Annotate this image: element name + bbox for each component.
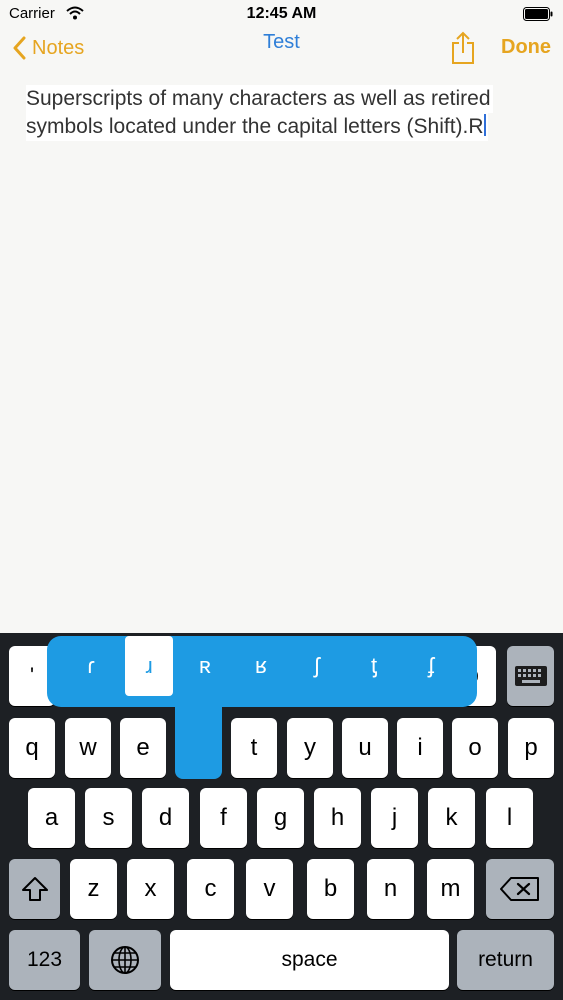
backspace-icon: [500, 877, 539, 901]
globe-key[interactable]: [89, 930, 161, 990]
key-v[interactable]: v: [246, 859, 293, 919]
key-l[interactable]: l: [486, 788, 533, 848]
key-t[interactable]: t: [231, 718, 277, 778]
key-k[interactable]: k: [428, 788, 475, 848]
return-key[interactable]: return: [457, 930, 554, 990]
alternate-char-6[interactable]: ƫ: [350, 636, 398, 696]
alternate-char-5[interactable]: ʃ: [293, 636, 341, 696]
share-button[interactable]: [450, 31, 476, 70]
alternate-char-2-selected[interactable]: ɹ: [125, 636, 173, 696]
key-y[interactable]: y: [287, 718, 333, 778]
space-key[interactable]: space: [170, 930, 449, 990]
clock: 12:45 AM: [246, 5, 317, 22]
key-b[interactable]: b: [307, 859, 354, 919]
back-button-label: Notes: [32, 36, 85, 59]
key-m[interactable]: m: [427, 859, 474, 919]
key-e[interactable]: e: [120, 718, 166, 778]
popup-stem: [175, 690, 222, 779]
shift-key[interactable]: [9, 859, 60, 919]
text-caret: [483, 114, 486, 136]
key-d[interactable]: d: [142, 788, 189, 848]
note-line-1: Superscripts of many characters as well …: [26, 85, 493, 113]
back-button[interactable]: Notes: [12, 36, 84, 60]
done-button[interactable]: Done: [501, 36, 551, 59]
key-s[interactable]: s: [85, 788, 132, 848]
key-w[interactable]: w: [65, 718, 111, 778]
share-icon: [452, 31, 474, 64]
key-c[interactable]: c: [187, 859, 234, 919]
key-o[interactable]: o: [452, 718, 498, 778]
key-g[interactable]: g: [257, 788, 304, 848]
key-p[interactable]: p: [508, 718, 554, 778]
globe-icon: [111, 946, 139, 974]
shift-arrow-icon: [21, 877, 48, 901]
key-f[interactable]: f: [200, 788, 247, 848]
key-i[interactable]: i: [397, 718, 443, 778]
chevron-left-icon: [13, 36, 26, 60]
alternate-char-3[interactable]: ʀ: [181, 636, 229, 696]
note-line-2: symbols located under the capital letter…: [26, 113, 488, 141]
alternate-char-1[interactable]: ɾ: [67, 636, 115, 696]
key-u[interactable]: u: [342, 718, 388, 778]
numbers-key[interactable]: 123: [9, 930, 80, 990]
delete-key[interactable]: [486, 859, 554, 919]
key-h[interactable]: h: [314, 788, 361, 848]
keyboard-dismiss-button[interactable]: [507, 646, 554, 706]
key-z[interactable]: z: [70, 859, 117, 919]
alternate-char-4[interactable]: ʁ: [237, 636, 285, 696]
keyboard-icon: [514, 666, 547, 686]
key-n[interactable]: n: [367, 859, 414, 919]
note-text-area[interactable]: Superscripts of many characters as well …: [26, 85, 546, 141]
page-title: Test: [263, 31, 300, 53]
key-j[interactable]: j: [371, 788, 418, 848]
status-bar: Carrier 12:45 AM: [0, 0, 563, 30]
battery-icon: [523, 7, 553, 21]
key-q[interactable]: q: [9, 718, 55, 778]
alternate-char-7[interactable]: ʄ: [407, 636, 455, 696]
navigation-bar: Notes Test Done: [0, 28, 563, 72]
key-x[interactable]: x: [127, 859, 174, 919]
key-a[interactable]: a: [28, 788, 75, 848]
